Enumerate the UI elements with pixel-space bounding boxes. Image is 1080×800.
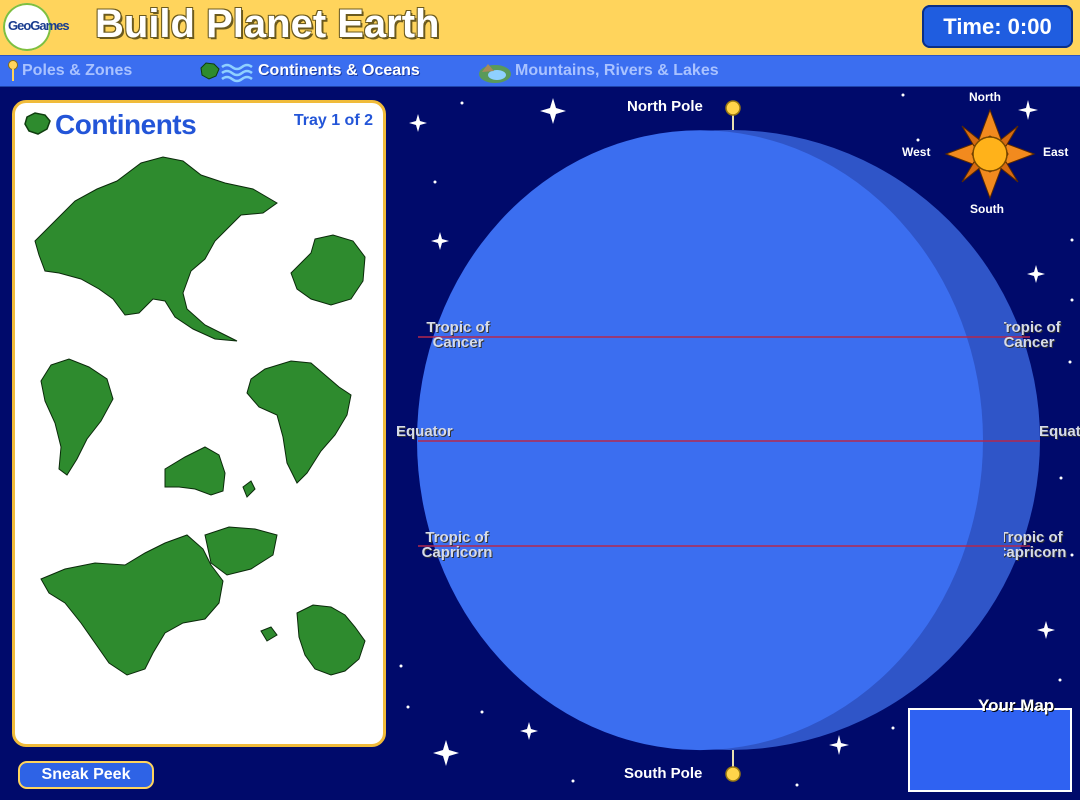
star-dot (1070, 298, 1074, 302)
globe[interactable] (417, 130, 1040, 751)
star-dot (406, 705, 410, 709)
tropic-of-capricorn-label: Tropic of Capricorn (412, 530, 502, 560)
star-icon (1027, 265, 1045, 283)
equator-label-right: Equator (1039, 423, 1080, 440)
label-line: Tropic of (426, 319, 490, 336)
star-dot (1058, 678, 1062, 682)
right-label-strip: Tropic of Cancer Equator Tropic of Capri… (1004, 310, 1080, 570)
label-line: Capricorn (421, 544, 493, 561)
island-piece[interactable] (242, 480, 256, 498)
compass-west-label: West (902, 145, 931, 159)
star-icon (829, 735, 849, 755)
island-piece[interactable] (260, 626, 278, 642)
label-line: Tropic of (1004, 319, 1061, 336)
label-line: Tropic of (425, 529, 489, 546)
star-icon (1037, 621, 1055, 639)
star-dot (433, 180, 437, 184)
africa-piece[interactable] (246, 360, 352, 484)
star-icon (431, 232, 449, 250)
compass-south-label: South (970, 202, 1004, 216)
tropic-of-cancer-label: Tropic of Cancer (414, 320, 502, 350)
greenland-piece[interactable] (204, 526, 278, 576)
star-dot (460, 101, 464, 105)
star-dot (571, 779, 575, 783)
star-dot (795, 783, 799, 787)
star-dot (480, 710, 484, 714)
your-map-label: Your Map (978, 696, 1055, 715)
star-icon (409, 114, 427, 132)
label-line: Capricorn (1004, 544, 1067, 561)
australia-piece[interactable] (164, 446, 226, 496)
compass-north-label: North (969, 90, 1001, 104)
north-america-piece[interactable] (40, 534, 224, 676)
south-pole-label: South Pole (624, 765, 703, 782)
compass-rose-icon (944, 108, 1036, 200)
compass-east-label: East (1043, 145, 1069, 159)
tropic-of-capricorn-label-right: Tropic of Capricorn (1004, 530, 1076, 560)
equator-label: Equator (396, 423, 453, 440)
star-dot (891, 726, 895, 730)
label-line: Tropic of (1004, 529, 1063, 546)
label-line: Cancer (432, 334, 484, 351)
star-icon (1018, 100, 1038, 120)
star-dot (1070, 238, 1074, 242)
asia-piece[interactable] (34, 156, 278, 342)
north-pole-label: North Pole (627, 98, 703, 115)
star-icon (433, 740, 459, 766)
continents-tray: Continents Tray 1 of 2 (12, 100, 386, 747)
continent-pieces (34, 156, 366, 676)
tropic-of-cancer-label-right: Tropic of Cancer (1004, 320, 1073, 350)
star-dot (399, 664, 403, 668)
label-line: Cancer (1004, 334, 1055, 351)
north-pole-pin (725, 100, 741, 130)
star-icon (540, 98, 566, 124)
south-america-piece[interactable] (40, 358, 114, 476)
antarctica-piece[interactable] (290, 234, 366, 306)
star-icon (520, 722, 538, 740)
south-pole-pin (725, 750, 741, 782)
star-dot (916, 138, 920, 142)
your-map-thumbnail[interactable] (908, 708, 1072, 792)
star-dot (901, 93, 905, 97)
europe-piece[interactable] (296, 604, 366, 676)
sneak-peek-button[interactable]: Sneak Peek (18, 761, 154, 789)
